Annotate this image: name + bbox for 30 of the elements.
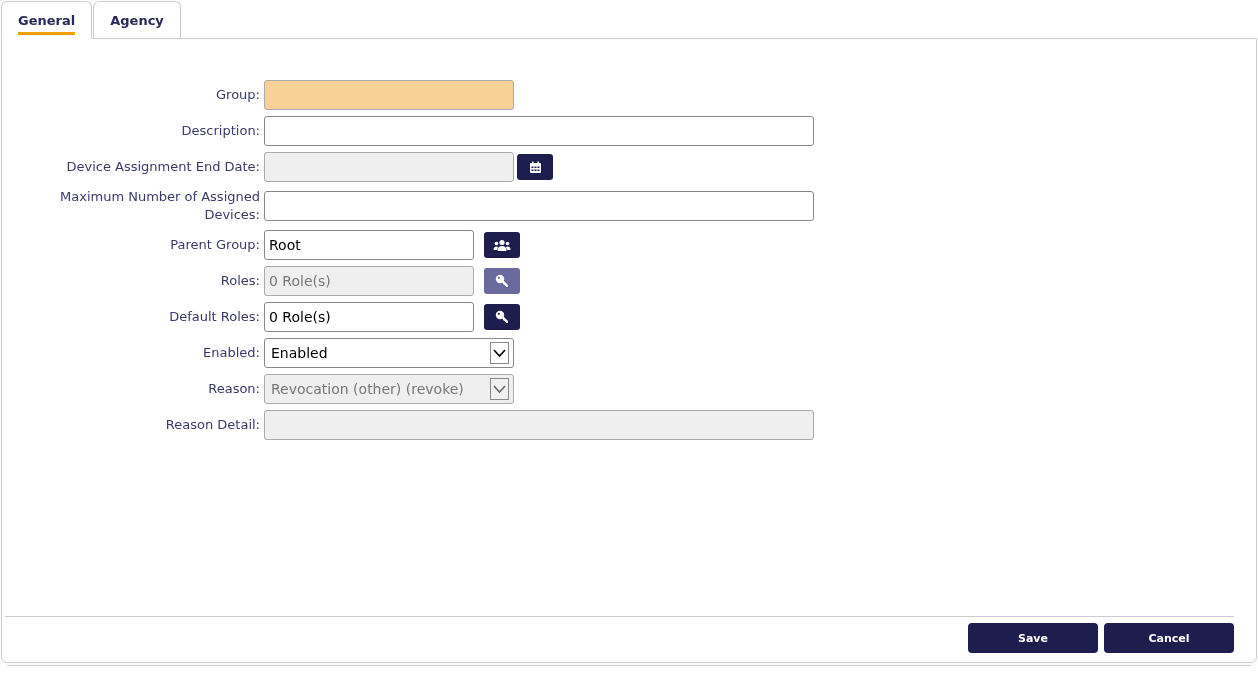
field-label: Default Roles: — [168, 308, 261, 326]
tab[interactable]: General — [1, 1, 93, 39]
roles-picker-button[interactable] — [484, 304, 520, 330]
input-field[interactable] — [264, 116, 814, 146]
input-field[interactable] — [264, 191, 814, 221]
input-field[interactable]: Root — [264, 230, 474, 260]
key-icon — [495, 310, 509, 324]
dropdown-value: Enabled — [271, 345, 328, 361]
input-field[interactable] — [264, 80, 514, 110]
field-label: Roles: — [219, 272, 261, 290]
key-icon — [495, 274, 509, 288]
caret-icon — [490, 342, 509, 364]
group-picker-button[interactable] — [484, 232, 520, 258]
tab[interactable]: Agency — [93, 1, 181, 38]
action-button[interactable]: Save — [968, 623, 1098, 653]
dropdown-field[interactable]: Enabled — [264, 338, 514, 368]
input-field[interactable]: 0 Role(s) — [264, 302, 474, 332]
people-icon — [493, 238, 511, 252]
field-label: Reason: — [207, 380, 261, 398]
field-label: Parent Group: — [169, 236, 261, 254]
action-button[interactable]: Cancel — [1104, 623, 1234, 653]
field-label: Group: — [215, 86, 261, 104]
field-label: Reason Detail: — [164, 416, 261, 434]
field-label: Maximum Number of Assigned Devices: — [59, 188, 261, 224]
calendar-button[interactable] — [517, 154, 553, 180]
field-label: Description: — [180, 122, 261, 140]
field-label: Enabled: — [202, 344, 261, 362]
field-label: Device Assignment End Date: — [65, 158, 261, 176]
caret-icon — [490, 378, 509, 400]
calendar-icon — [528, 160, 542, 174]
